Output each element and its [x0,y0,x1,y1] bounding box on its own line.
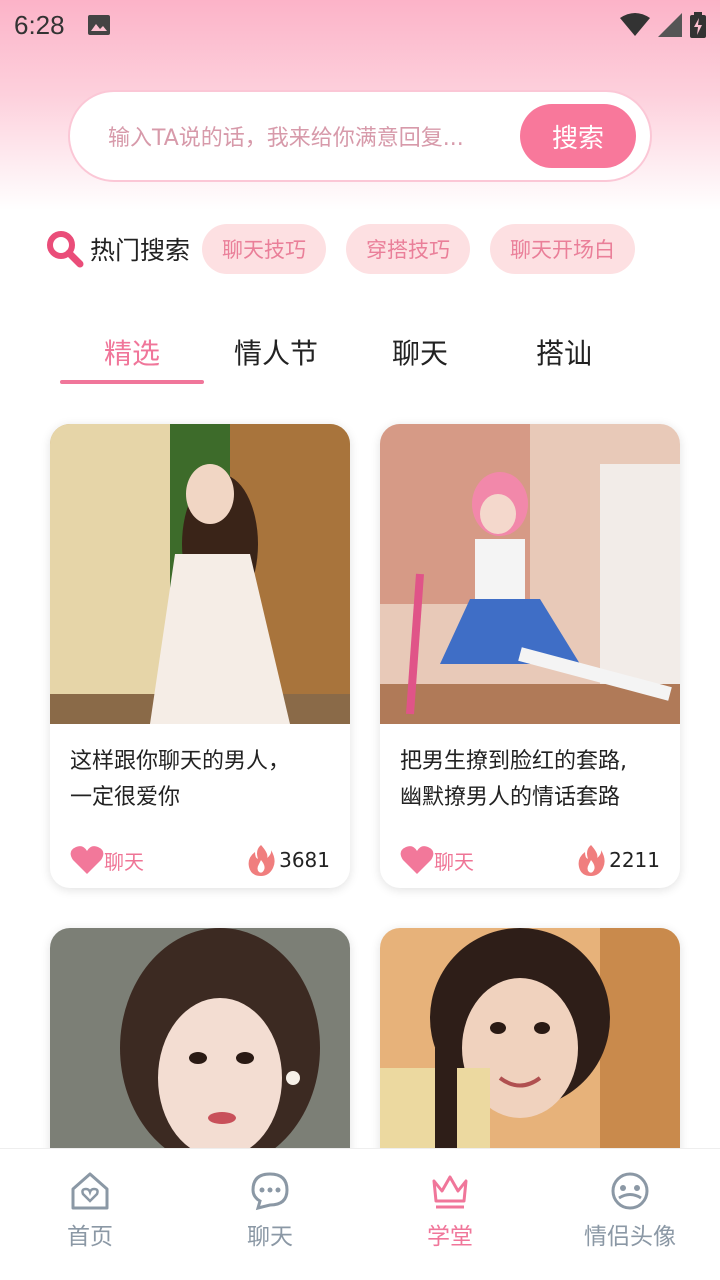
article-meta: 聊天 2211 [380,832,680,888]
status-time: 6:28 [14,9,65,40]
heart-icon [400,846,434,874]
nav-school-label: 学堂 [427,1224,473,1250]
fire-icon [248,845,275,876]
hot-tag-opening-lines[interactable]: 聊天开场白 [490,224,636,274]
hot-count: 3681 [247,844,330,876]
fire-icon [578,845,605,876]
bottom-navigation: 首页 聊天 学堂 情侣头像 [0,1148,720,1280]
nav-school[interactable]: 学堂 [360,1149,540,1280]
article-card[interactable] [380,928,680,1168]
article-card[interactable]: 把男生撩到脸红的套路, 幽默撩男人的情话套路 聊天 2211 [380,424,680,888]
home-heart-icon [71,1172,109,1210]
chat-link-label: 聊天 [434,849,474,874]
hot-count: 2211 [577,844,660,876]
search-button[interactable]: 搜索 [520,104,636,168]
article-image [50,928,350,1168]
battery-icon [690,12,706,38]
tab-chat[interactable]: 聊天 [348,320,492,384]
nav-couple-avatar[interactable]: 情侣头像 [540,1149,720,1280]
nav-home-label: 首页 [67,1224,113,1250]
search-icon [47,231,84,268]
article-title-line: 把男生撩到脸红的套路, [400,749,627,774]
hot-count-value: 3681 [279,848,330,872]
article-title-line: 一定很爱你 [70,785,181,810]
category-tabs: 精选 情人节 聊天 搭讪 [60,320,640,384]
article-image [50,424,350,724]
article-card[interactable] [50,928,350,1168]
article-title: 这样跟你聊天的男人， 一定很爱你 [50,724,350,832]
status-bar: 6:28 [0,0,720,50]
tab-featured[interactable]: 精选 [60,320,204,384]
search-input[interactable]: 输入TA说的话，我来给你满意回复... [108,120,490,152]
nav-chat[interactable]: 聊天 [180,1149,360,1280]
search-box[interactable]: 输入TA说的话，我来给你满意回复... 搜索 [68,90,652,182]
chat-link[interactable]: 聊天 [70,845,144,875]
hot-count-value: 2211 [609,848,660,872]
hot-search-row: 热门搜索 聊天技巧 穿搭技巧 聊天开场白 [46,224,686,274]
article-title: 把男生撩到脸红的套路, 幽默撩男人的情话套路 [380,724,680,832]
wifi-icon [620,13,650,36]
nav-chat-label: 聊天 [247,1224,293,1250]
image-notification-icon [87,15,110,35]
hot-tag-chat-skills[interactable]: 聊天技巧 [202,224,327,274]
signal-icon [658,13,682,37]
article-card[interactable]: 这样跟你聊天的男人， 一定很爱你 聊天 3681 [50,424,350,888]
article-meta: 聊天 3681 [50,832,350,888]
tab-valentines[interactable]: 情人节 [204,320,348,384]
article-image [380,928,680,1168]
hot-tag-outfit-skills[interactable]: 穿搭技巧 [346,224,471,274]
nav-couple-avatar-label: 情侣头像 [584,1224,676,1250]
nav-home[interactable]: 首页 [0,1149,180,1280]
tab-pickup[interactable]: 搭讪 [492,320,636,384]
chat-bubble-icon [251,1172,289,1211]
article-title-line: 幽默撩男人的情话套路 [400,785,621,810]
heart-icon [70,846,104,874]
article-title-line: 这样跟你聊天的男人， [70,749,291,774]
hot-search-label: 热门搜索 [90,236,191,265]
article-image [380,424,680,724]
chat-link-label: 聊天 [104,849,144,874]
crown-icon [432,1175,468,1209]
chat-link[interactable]: 聊天 [400,845,474,875]
face-icon [611,1172,649,1210]
